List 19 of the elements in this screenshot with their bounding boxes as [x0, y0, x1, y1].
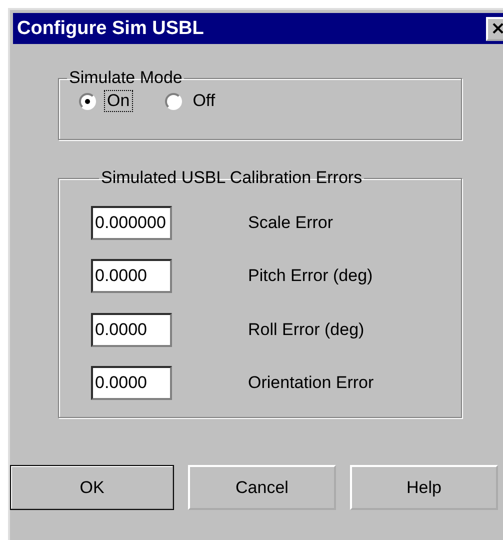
input-field[interactable]: 0.000000 — [91, 206, 172, 240]
radio-option[interactable]: Off — [164, 90, 218, 112]
radio-option[interactable]: On — [79, 90, 133, 112]
dialog-button[interactable]: Cancel — [188, 465, 336, 510]
group-label: Simulate Mode — [68, 68, 184, 88]
input-field[interactable]: 0.0000 — [91, 366, 172, 400]
radio-label: On — [104, 90, 133, 112]
field-label: Pitch Error (deg) — [248, 266, 373, 286]
field-label: Scale Error — [248, 212, 334, 233]
field-label: Orientation Error — [248, 373, 374, 394]
input-field[interactable]: 0.0000 — [91, 312, 172, 347]
window-title: Configure Sim USBL — [17, 18, 204, 40]
input-field[interactable]: 0.0000 — [91, 259, 172, 294]
radio-label: Off — [192, 90, 216, 112]
dialog-button[interactable]: OK — [10, 465, 174, 510]
group-label: Simulated USBL Calibration Errors — [100, 168, 364, 188]
field-label: Roll Error (deg) — [248, 320, 364, 340]
close-button[interactable]: × — [486, 16, 503, 40]
dialog-button[interactable]: Help — [350, 465, 498, 510]
